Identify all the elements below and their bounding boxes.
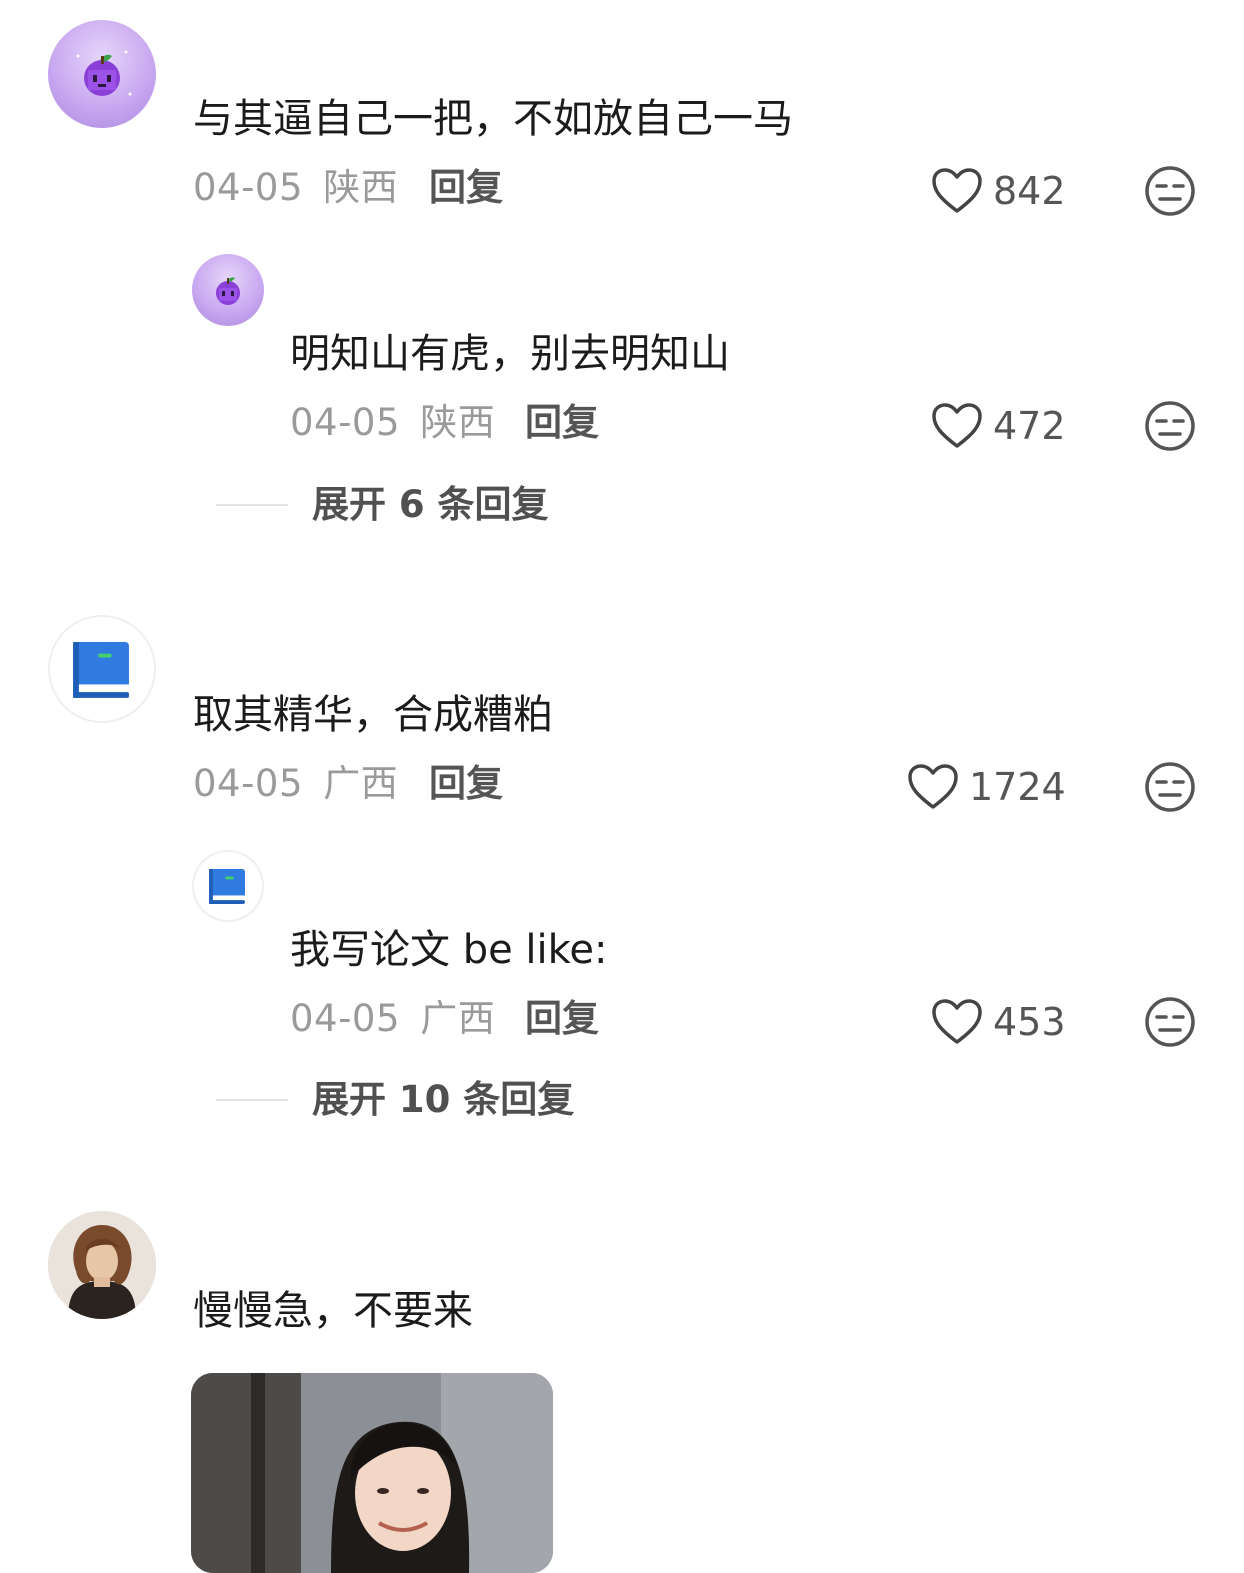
location: 广西 — [420, 997, 496, 1040]
date: 04-05 — [193, 166, 304, 209]
like-count: 453 — [993, 1000, 1066, 1044]
emoji-reaction-icon[interactable] — [1143, 995, 1197, 1049]
comment-date: 04-05 陕西 — [193, 166, 398, 210]
book-icon — [73, 642, 129, 698]
heart-icon — [932, 168, 982, 213]
reply-date: 04-05 广西 — [290, 997, 495, 1041]
like-button[interactable]: 842 — [931, 165, 1066, 217]
location: 广西 — [323, 762, 399, 805]
heart-icon — [908, 764, 958, 809]
date: 04-05 — [193, 762, 304, 805]
expand-divider — [216, 1099, 288, 1101]
heart-icon — [932, 999, 982, 1044]
date: 04-05 — [290, 401, 401, 444]
comment-text: 慢慢急，不要来 — [193, 1288, 473, 1334]
heart-icon — [932, 403, 982, 448]
reply-button[interactable]: 回复 — [429, 166, 503, 210]
like-count: 842 — [993, 169, 1066, 213]
like-button[interactable]: 453 — [931, 996, 1066, 1048]
comment-image-attachment[interactable] — [191, 1373, 553, 1573]
emoji-reaction-icon[interactable] — [1143, 760, 1197, 814]
comment-text: 取其精华，合成糟粕 — [193, 692, 553, 738]
date: 04-05 — [290, 997, 401, 1040]
reply-button[interactable]: 回复 — [525, 401, 599, 445]
like-count: 1724 — [969, 765, 1066, 809]
grape-icon — [76, 50, 132, 96]
reply-user-avatar[interactable] — [192, 254, 264, 326]
user-avatar[interactable] — [48, 615, 156, 723]
user-avatar[interactable] — [48, 1211, 156, 1319]
grape-icon — [216, 277, 240, 305]
expand-replies-button[interactable]: 展开 10 条回复 — [312, 1078, 574, 1122]
like-button[interactable]: 472 — [931, 400, 1066, 452]
comment-date: 04-05 广西 — [193, 762, 398, 806]
location: 陕西 — [420, 401, 496, 444]
expand-replies-button[interactable]: 展开 6 条回复 — [312, 483, 549, 527]
like-button[interactable]: 1724 — [907, 761, 1066, 813]
reply-button[interactable]: 回复 — [525, 997, 599, 1041]
like-count: 472 — [993, 404, 1066, 448]
emoji-reaction-icon[interactable] — [1143, 399, 1197, 453]
reply-text: 我写论文 be like: — [290, 927, 608, 973]
book-icon — [209, 869, 245, 904]
comment-text: 与其逼自己一把，不如放自己一马 — [193, 96, 793, 142]
reply-text: 明知山有虎，别去明知山 — [290, 331, 730, 377]
emoji-reaction-icon[interactable] — [1143, 164, 1197, 218]
expand-divider — [216, 504, 288, 506]
user-avatar[interactable] — [48, 20, 156, 128]
reply-button[interactable]: 回复 — [429, 762, 503, 806]
reply-date: 04-05 陕西 — [290, 401, 495, 445]
location: 陕西 — [323, 166, 399, 209]
portrait-photo — [48, 1211, 156, 1319]
reply-user-avatar[interactable] — [192, 850, 264, 922]
photo-image — [191, 1373, 553, 1573]
